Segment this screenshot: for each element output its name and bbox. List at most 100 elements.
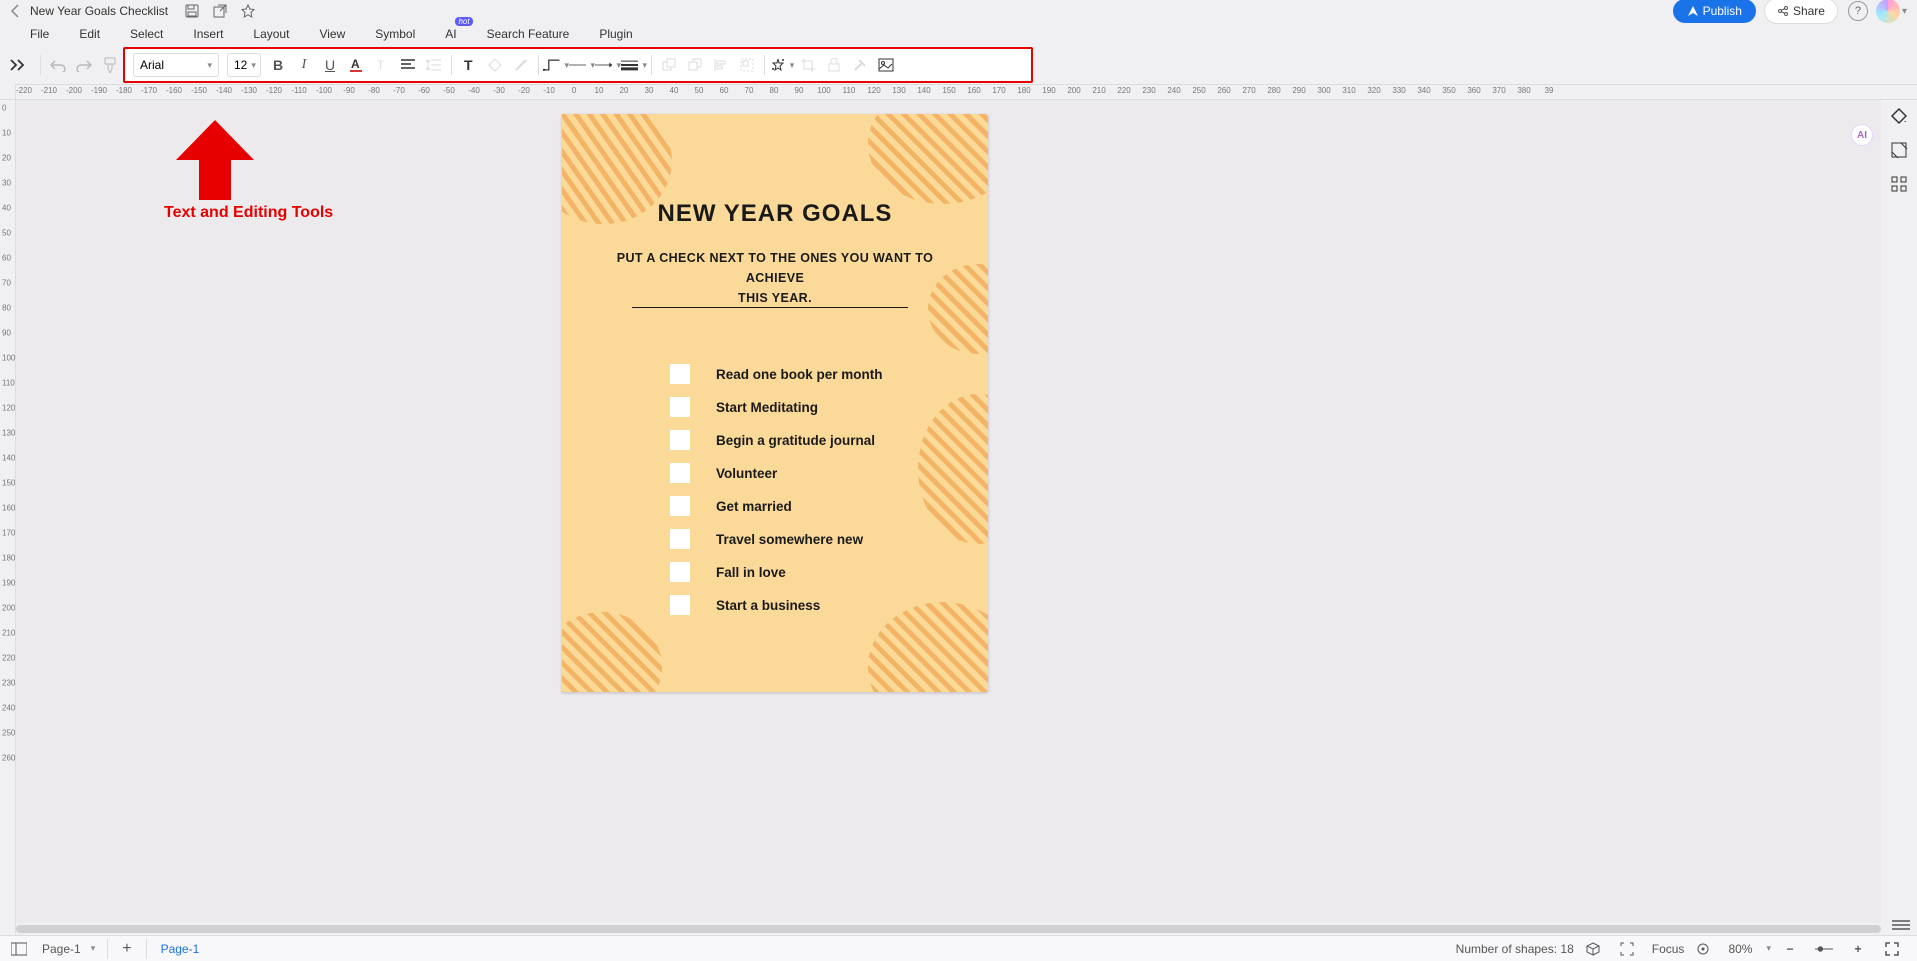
annotation-arrow-icon [176, 120, 254, 200]
open-external-icon[interactable] [212, 3, 228, 19]
undo-icon[interactable] [45, 52, 71, 78]
menu-insert[interactable]: Insert [179, 25, 237, 43]
connector-icon[interactable]: ▾ [543, 52, 569, 78]
lock-icon[interactable] [821, 52, 847, 78]
checklist-label: Travel somewhere new [716, 532, 863, 547]
menu-edit[interactable]: Edit [65, 25, 114, 43]
line-color-icon[interactable] [508, 52, 534, 78]
checkbox[interactable] [670, 562, 690, 582]
add-page-button[interactable]: + [112, 940, 141, 958]
line-spacing-icon[interactable] [421, 52, 447, 78]
layers-icon[interactable] [1889, 140, 1909, 160]
image-icon[interactable] [873, 52, 899, 78]
document-title[interactable]: New Year Goals Checklist [30, 4, 168, 18]
align-objects-icon[interactable] [708, 52, 734, 78]
fullscreen-icon[interactable] [1883, 940, 1901, 958]
menu-search-feature[interactable]: Search Feature [473, 25, 584, 43]
menu-file[interactable]: File [16, 25, 63, 43]
bring-front-icon[interactable] [656, 52, 682, 78]
checklist-item[interactable]: Start Meditating [670, 397, 883, 417]
menu-ai[interactable]: AI hot [431, 25, 470, 43]
checklist-item[interactable]: Start a business [670, 595, 883, 615]
checkbox[interactable] [670, 463, 690, 483]
page-tab-active[interactable]: Page-1 [151, 942, 210, 956]
italic-icon[interactable]: I [291, 52, 317, 78]
subtitle-line: THIS YEAR. [616, 288, 934, 308]
checklist-label: Get married [716, 499, 792, 514]
grid-icon[interactable] [1889, 174, 1909, 194]
horizontal-scrollbar[interactable] [16, 923, 1881, 935]
arrow-style-icon[interactable]: ▾ [595, 52, 621, 78]
menu-layout[interactable]: Layout [239, 25, 303, 43]
help-icon[interactable]: ? [1848, 1, 1868, 21]
page-heading[interactable]: NEW YEAR GOALS [562, 200, 988, 228]
zoom-value[interactable]: 80% [1728, 942, 1752, 956]
chevron-down-icon[interactable]: ▾ [1766, 943, 1771, 954]
checklist-item[interactable]: Volunteer [670, 463, 883, 483]
checklist-item[interactable]: Travel somewhere new [670, 529, 883, 549]
checkbox[interactable] [670, 595, 690, 615]
format-painter-icon[interactable] [97, 52, 123, 78]
focus-icon[interactable] [1618, 940, 1636, 958]
crop-icon[interactable] [795, 52, 821, 78]
group-icon[interactable] [734, 52, 760, 78]
page-subheading[interactable]: PUT A CHECK NEXT TO THE ONES YOU WANT TO… [616, 248, 934, 308]
font-family-select[interactable]: Arial ▾ [133, 53, 219, 77]
ruler-corner [0, 84, 16, 100]
fill-color-icon[interactable] [482, 52, 508, 78]
underline-icon[interactable]: U [317, 52, 343, 78]
publish-button[interactable]: Publish [1673, 0, 1756, 23]
checklist-item[interactable]: Fall in love [670, 562, 883, 582]
zoom-target-icon[interactable] [1694, 940, 1712, 958]
zoom-slider-icon[interactable] [1815, 940, 1833, 958]
scrollbar-thumb[interactable] [16, 925, 1881, 933]
more-tools-icon[interactable] [1891, 917, 1911, 933]
expand-panel-icon[interactable] [6, 53, 30, 77]
decorative-shape [918, 394, 988, 544]
effects-icon[interactable]: ▾ [769, 52, 795, 78]
zoom-out-icon[interactable]: − [1781, 940, 1799, 958]
checkbox[interactable] [670, 430, 690, 450]
align-icon[interactable] [395, 52, 421, 78]
text-box-icon[interactable]: T [456, 52, 482, 78]
svg-text:A: A [351, 57, 360, 71]
cube-icon[interactable] [1584, 940, 1602, 958]
checkbox[interactable] [670, 529, 690, 549]
ai-badge-icon[interactable]: AI [1851, 124, 1873, 146]
tools-icon[interactable] [847, 52, 873, 78]
line-weight-icon[interactable]: ▾ [621, 52, 647, 78]
text-effect-icon[interactable]: T [369, 52, 395, 78]
send-back-icon[interactable] [682, 52, 708, 78]
right-toolbar [1881, 100, 1917, 194]
fill-tool-icon[interactable] [1889, 106, 1909, 126]
focus-label[interactable]: Focus [1652, 942, 1685, 956]
toolbar-text-editing-section: Arial ▾ 12 ▾ B I U A T T [123, 47, 1033, 83]
menu-plugin[interactable]: Plugin [585, 25, 646, 43]
canvas-page[interactable]: NEW YEAR GOALS PUT A CHECK NEXT TO THE O… [562, 114, 988, 692]
user-avatar[interactable] [1876, 0, 1900, 23]
menu-symbol[interactable]: Symbol [361, 25, 429, 43]
page-layout-icon[interactable] [10, 940, 28, 958]
save-icon[interactable] [184, 3, 200, 19]
font-color-icon[interactable]: A [343, 52, 369, 78]
share-button[interactable]: Share [1764, 0, 1838, 24]
redo-icon[interactable] [71, 52, 97, 78]
menu-select[interactable]: Select [116, 25, 177, 43]
checklist-item[interactable]: Get married [670, 496, 883, 516]
checklist-item[interactable]: Begin a gratitude journal [670, 430, 883, 450]
avatar-dropdown-icon[interactable]: ▾ [1902, 6, 1907, 17]
page-select[interactable]: Page-1 ▾ [34, 942, 103, 956]
font-size-select[interactable]: 12 ▾ [227, 53, 261, 77]
checkbox[interactable] [670, 364, 690, 384]
star-icon[interactable] [240, 3, 256, 19]
canvas-area[interactable]: NEW YEAR GOALS PUT A CHECK NEXT TO THE O… [16, 100, 1881, 923]
checklist-item[interactable]: Read one book per month [670, 364, 883, 384]
header-bar: New Year Goals Checklist Publish Share ?… [0, 0, 1917, 22]
line-style-icon[interactable]: ▾ [569, 52, 595, 78]
bold-icon[interactable]: B [265, 52, 291, 78]
menu-view[interactable]: View [305, 25, 359, 43]
checkbox[interactable] [670, 496, 690, 516]
back-button[interactable] [10, 4, 20, 18]
zoom-in-icon[interactable]: + [1849, 940, 1867, 958]
checkbox[interactable] [670, 397, 690, 417]
